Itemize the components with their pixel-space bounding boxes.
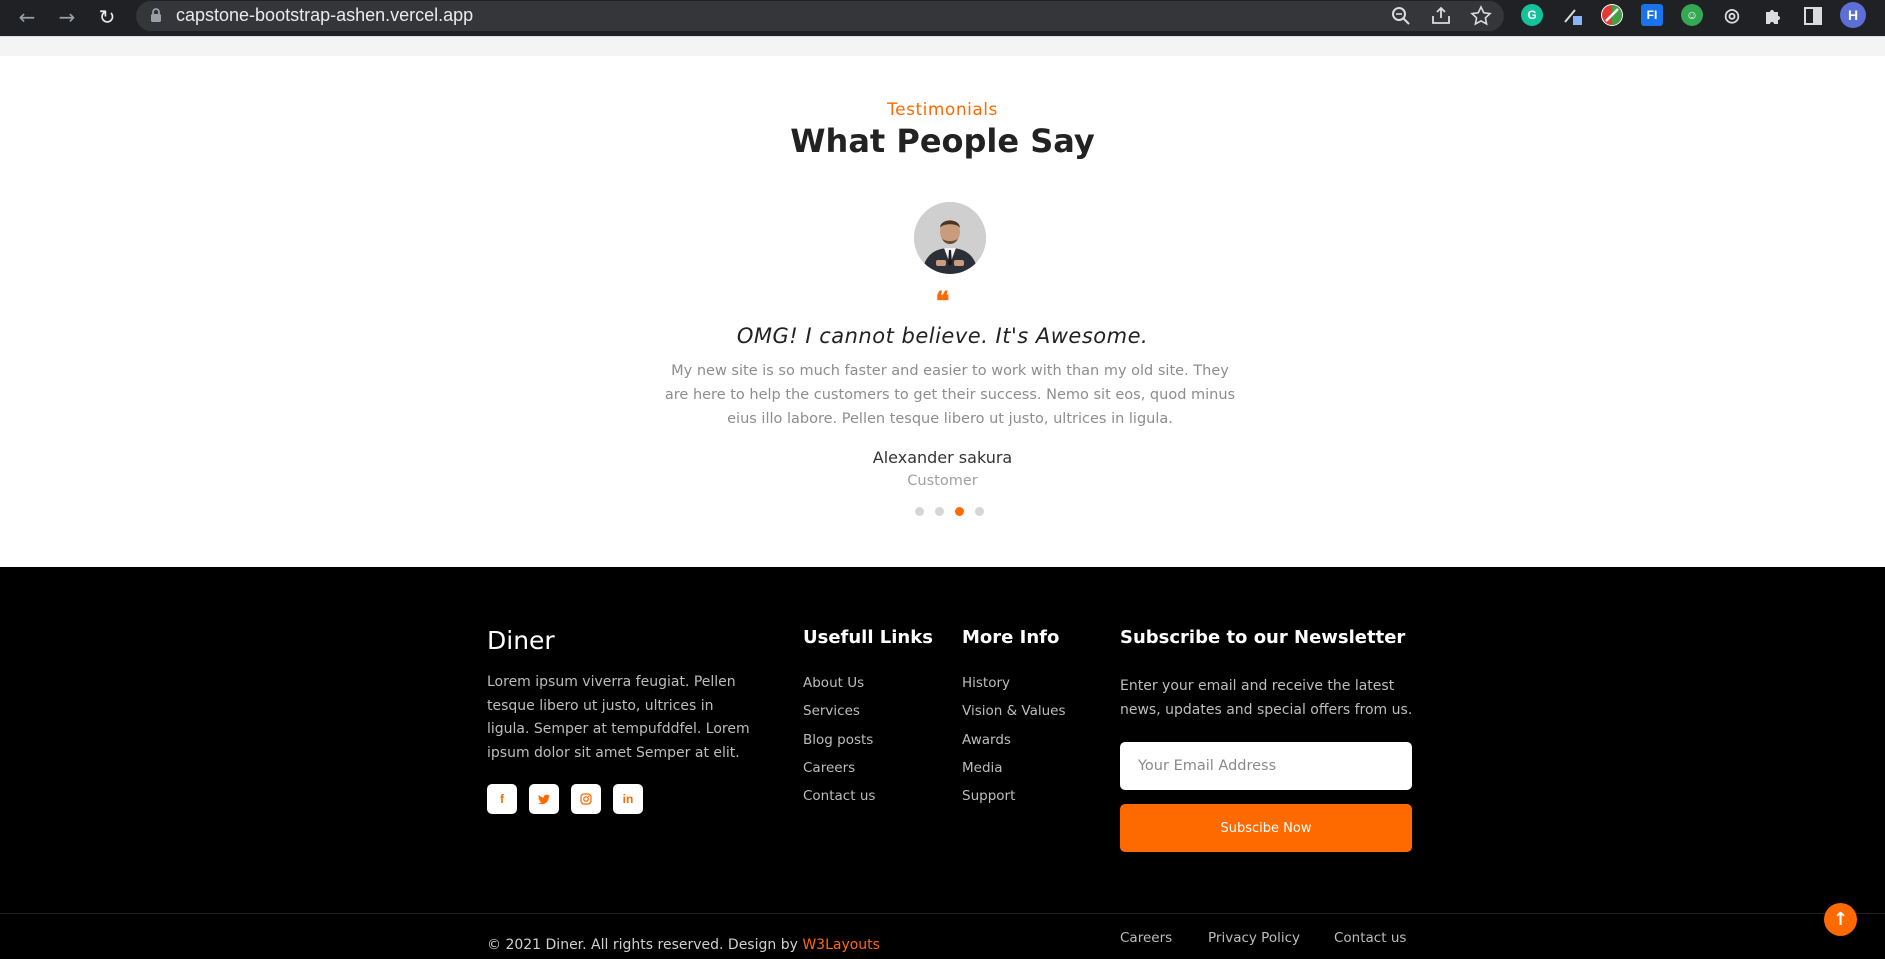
footer-link-awards[interactable]: Awards bbox=[962, 731, 1066, 759]
subscribe-button[interactable]: Subscibe Now bbox=[1120, 804, 1412, 852]
footer-brand-text: Lorem ipsum viverra feugiat. Pellen tesq… bbox=[487, 674, 750, 761]
robot-extension-icon[interactable]: ☺ bbox=[1681, 4, 1703, 26]
bookmark-star-icon[interactable] bbox=[1469, 4, 1493, 28]
useful-links-title: Usefull Links bbox=[803, 627, 933, 648]
testimonials-section: Testimonials What People Say ❝ OMG! I ca… bbox=[0, 56, 1885, 567]
footer-link-contact[interactable]: Contact us bbox=[803, 787, 875, 815]
footer-link-media[interactable]: Media bbox=[962, 759, 1066, 787]
page-top-strip bbox=[0, 36, 1885, 56]
newsletter-text: Enter your email and receive the latest … bbox=[1120, 678, 1413, 718]
scroll-to-top-button[interactable]: ↑ bbox=[1824, 903, 1857, 936]
testimonial-body: My new site is so much faster and easier… bbox=[664, 363, 1236, 427]
grammarly-icon[interactable]: G bbox=[1521, 4, 1543, 26]
back-icon[interactable]: ← bbox=[14, 4, 40, 30]
site-footer: Diner Lorem ipsum viverra feugiat. Pelle… bbox=[0, 567, 1885, 959]
bottom-link-contact[interactable]: Contact us bbox=[1334, 930, 1406, 946]
footer-divider bbox=[0, 913, 1885, 914]
footer-brand[interactable]: Diner bbox=[487, 626, 555, 655]
footer-link-history[interactable]: History bbox=[962, 674, 1066, 702]
pen-extension-icon[interactable] bbox=[1561, 4, 1583, 26]
linkedin-icon[interactable]: in bbox=[613, 784, 643, 814]
footer-link-blog[interactable]: Blog posts bbox=[803, 731, 875, 759]
section-eyebrow: Testimonials bbox=[887, 100, 998, 120]
reload-icon[interactable]: ↻ bbox=[94, 4, 120, 30]
newsletter-title: Subscribe to our Newsletter bbox=[1120, 627, 1406, 648]
copyright: © 2021 Diner. All rights reserved. Desig… bbox=[487, 937, 880, 953]
section-heading: What People Say bbox=[790, 122, 1095, 160]
url-text[interactable]: capstone-bootstrap-ashen.vercel.app bbox=[176, 4, 473, 26]
zoom-icon[interactable] bbox=[1389, 4, 1413, 28]
testimonial-author: Alexander sakura bbox=[872, 448, 1013, 467]
useful-links-list: About Us Services Blog posts Careers Con… bbox=[803, 674, 875, 815]
bottom-link-privacy[interactable]: Privacy Policy bbox=[1208, 930, 1300, 946]
sidepanel-icon[interactable] bbox=[1801, 4, 1825, 28]
footer-link-services[interactable]: Services bbox=[803, 702, 875, 730]
social-links: f in bbox=[487, 784, 643, 814]
profile-avatar[interactable]: H bbox=[1840, 2, 1866, 28]
designer-link[interactable]: W3Layouts bbox=[802, 937, 880, 953]
color-extension-icon[interactable] bbox=[1601, 4, 1623, 26]
newsletter-email-input[interactable] bbox=[1120, 742, 1412, 790]
quote-icon: ❝ bbox=[935, 287, 950, 317]
extensions-puzzle-icon[interactable] bbox=[1761, 4, 1785, 28]
footer-link-careers[interactable]: Careers bbox=[803, 759, 875, 787]
footer-link-about[interactable]: About Us bbox=[803, 674, 875, 702]
share-icon[interactable] bbox=[1429, 4, 1453, 28]
footer-link-vision[interactable]: Vision & Values bbox=[962, 702, 1066, 730]
fi-extension-icon[interactable]: FI bbox=[1641, 4, 1663, 26]
testimonial-role: Customer bbox=[907, 473, 978, 489]
testimonial-title: OMG! I cannot believe. It's Awesome. bbox=[736, 324, 1149, 348]
facebook-icon[interactable]: f bbox=[487, 784, 517, 814]
target-extension-icon[interactable]: ◎ bbox=[1721, 4, 1743, 26]
browser-toolbar: ← → ↻ capstone-bootstrap-ashen.vercel.ap… bbox=[0, 0, 1885, 36]
carousel-dot[interactable] bbox=[915, 507, 924, 516]
carousel-dot[interactable] bbox=[975, 507, 984, 516]
copyright-text: © 2021 Diner. All rights reserved. Desig… bbox=[487, 937, 803, 953]
more-info-list: History Vision & Values Awards Media Sup… bbox=[962, 674, 1066, 815]
carousel-dot[interactable] bbox=[935, 507, 944, 516]
instagram-icon[interactable] bbox=[571, 784, 601, 814]
footer-link-support[interactable]: Support bbox=[962, 787, 1066, 815]
testimonial-avatar bbox=[914, 202, 986, 274]
carousel-dots bbox=[915, 507, 984, 517]
lock-icon bbox=[151, 8, 161, 22]
twitter-icon[interactable] bbox=[529, 784, 559, 814]
carousel-dot-active[interactable] bbox=[955, 507, 964, 516]
forward-icon[interactable]: → bbox=[54, 4, 80, 30]
bottom-link-careers[interactable]: Careers bbox=[1120, 930, 1172, 946]
more-info-title: More Info bbox=[962, 627, 1060, 648]
